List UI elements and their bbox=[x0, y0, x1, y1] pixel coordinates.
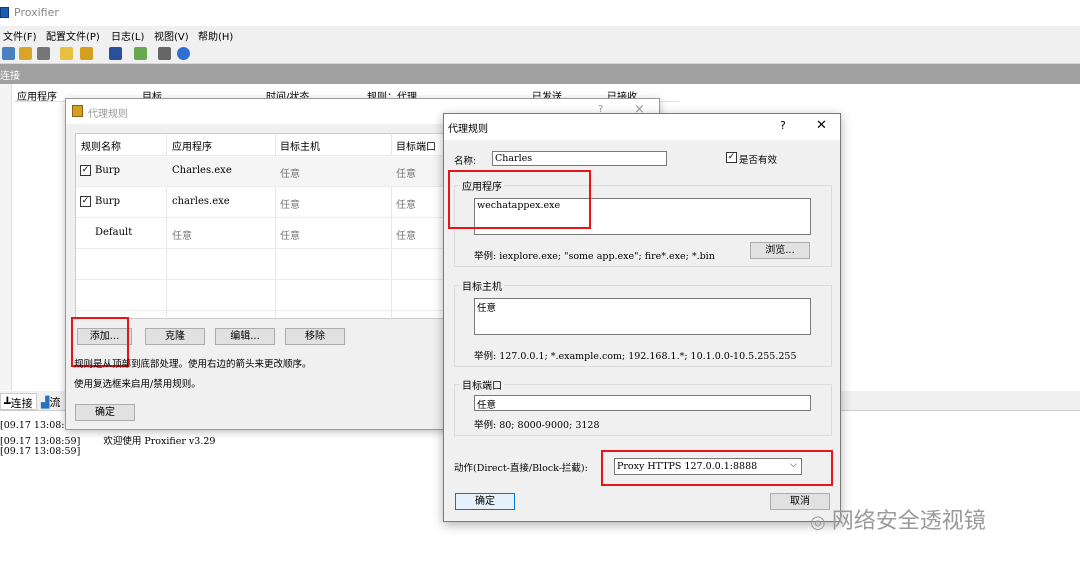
help-button[interactable]: ? bbox=[780, 119, 786, 132]
name-label: 名称: bbox=[454, 156, 477, 167]
save-icon[interactable] bbox=[109, 47, 122, 60]
log-line-1: [09.17 13:08: bbox=[0, 420, 65, 431]
log-line-3: [09.17 13:08:59] bbox=[0, 446, 80, 457]
connections-header-label: 连接 bbox=[0, 71, 20, 82]
enabled-label: 是否有效 bbox=[739, 155, 778, 166]
log-message: 欢迎使用 Proxifier v3.29 bbox=[103, 436, 216, 447]
rule-name-input[interactable]: Charles bbox=[492, 151, 667, 166]
browse-button[interactable]: 浏览... bbox=[750, 242, 810, 259]
rule-app: Charles.exe bbox=[172, 165, 232, 176]
new-profile-icon[interactable] bbox=[2, 47, 15, 60]
menu-help[interactable]: 帮助(H) bbox=[198, 28, 233, 43]
col-target-host[interactable]: 目标主机 bbox=[280, 138, 320, 153]
rule-name: Default bbox=[95, 227, 133, 238]
log-time: [09.17 13:08:59] bbox=[0, 446, 81, 457]
help-icon[interactable] bbox=[177, 47, 190, 60]
tab-connections-label: 连接 bbox=[10, 397, 33, 410]
connections-header: 连接 bbox=[0, 64, 1080, 84]
watermark: ◎ 网络安全透视镜 bbox=[810, 503, 986, 535]
rule-port: 任意 bbox=[396, 231, 416, 242]
clone-button[interactable]: 克隆 bbox=[145, 328, 205, 345]
rule-host: 任意 bbox=[280, 231, 300, 242]
target-hosts-group-label: 目标主机 bbox=[460, 278, 504, 293]
col-application[interactable]: 应用程序 bbox=[17, 88, 57, 103]
highlight-box-applications bbox=[448, 170, 591, 229]
ok-button[interactable]: 确定 bbox=[455, 493, 515, 510]
rule-name: Burp bbox=[95, 165, 120, 176]
applications-example: 举例: iexplore.exe; "some app.exe"; fire*.… bbox=[474, 251, 715, 262]
left-side-toolbar bbox=[0, 84, 12, 390]
proxy-servers-icon[interactable] bbox=[37, 47, 50, 60]
rule-enabled-checkbox[interactable]: ✓ bbox=[80, 165, 91, 176]
app-title: Proxifier bbox=[14, 6, 59, 19]
profile-menu-icon[interactable] bbox=[80, 47, 93, 60]
col-application[interactable]: 应用程序 bbox=[172, 138, 212, 153]
edit-button[interactable]: 编辑... bbox=[215, 328, 275, 345]
target-ports-example: 举例: 80; 8000-9000; 3128 bbox=[474, 420, 600, 431]
remove-button[interactable]: 移除 bbox=[285, 328, 345, 345]
log-icon[interactable] bbox=[134, 47, 147, 60]
rule-name: Burp bbox=[95, 196, 120, 207]
open-profile-icon[interactable] bbox=[19, 47, 32, 60]
rule-app: charles.exe bbox=[172, 196, 230, 207]
tab-connections[interactable]: ┻连接 bbox=[0, 393, 37, 410]
log-time: [09.17 13:08: bbox=[0, 420, 65, 431]
edit-dialog-title: 代理规则 bbox=[448, 124, 488, 135]
rules-hint-checkbox: 使用复选框来启用/禁用规则。 bbox=[74, 379, 201, 390]
col-rule-name[interactable]: 规则名称 bbox=[81, 138, 121, 153]
rules-hint-order: 规则是从顶部到底部处理。使用右边的箭头来更改顺序。 bbox=[74, 359, 312, 370]
rules-icon[interactable] bbox=[60, 47, 73, 60]
target-hosts-example: 举例: 127.0.0.1; *.example.com; 192.168.1.… bbox=[474, 351, 797, 362]
print-icon[interactable] bbox=[158, 47, 171, 60]
toolbar bbox=[0, 44, 1080, 64]
wechat-icon: ◎ bbox=[810, 512, 826, 533]
menu-log[interactable]: 日志(L) bbox=[111, 28, 144, 43]
action-label: 动作(Direct-直接/Block-拦截): bbox=[454, 463, 588, 474]
menu-file[interactable]: 文件(F) bbox=[3, 28, 37, 43]
menu-view[interactable]: 视图(V) bbox=[154, 28, 189, 43]
target-hosts-input[interactable]: 任意 bbox=[474, 298, 811, 335]
edit-rule-dialog: 代理规则 ? ✕ 名称: Charles ✓ 是否有效 应用程序 wechata… bbox=[443, 113, 841, 522]
col-target-port[interactable]: 目标端口 bbox=[396, 138, 436, 153]
rule-host: 任意 bbox=[280, 169, 300, 180]
rule-port: 任意 bbox=[396, 169, 416, 180]
rules-dialog-icon bbox=[72, 105, 83, 117]
target-ports-input[interactable]: 任意 bbox=[474, 395, 811, 411]
log-line-2: [09.17 13:08:59] 欢迎使用 Proxifier v3.29 bbox=[0, 433, 215, 447]
edit-dialog-titlebar: 代理规则 ? ✕ bbox=[444, 114, 840, 140]
close-button[interactable]: ✕ bbox=[816, 118, 827, 133]
app-titlebar: Proxifier bbox=[0, 0, 1080, 26]
rule-host: 任意 bbox=[280, 200, 300, 211]
menubar: 文件(F) 配置文件(P) 日志(L) 视图(V) 帮助(H) bbox=[0, 26, 1080, 44]
enabled-checkbox[interactable]: ✓ bbox=[726, 152, 737, 163]
rules-dialog-title: 代理规则 bbox=[88, 109, 128, 120]
tab-traffic-label: 流 bbox=[49, 396, 61, 409]
tab-traffic[interactable]: ▟流 bbox=[38, 393, 63, 410]
rule-enabled-checkbox[interactable]: ✓ bbox=[80, 196, 91, 207]
target-ports-group-label: 目标端口 bbox=[460, 377, 504, 392]
connections-tab-icon: ┻ bbox=[4, 397, 11, 410]
highlight-box-action bbox=[601, 450, 833, 486]
ok-button[interactable]: 确定 bbox=[75, 404, 135, 421]
proxifier-logo-icon bbox=[0, 7, 9, 18]
rule-app: 任意 bbox=[172, 231, 192, 242]
rule-port: 任意 bbox=[396, 200, 416, 211]
watermark-text: 网络安全透视镜 bbox=[831, 509, 986, 534]
menu-profile[interactable]: 配置文件(P) bbox=[46, 28, 100, 43]
